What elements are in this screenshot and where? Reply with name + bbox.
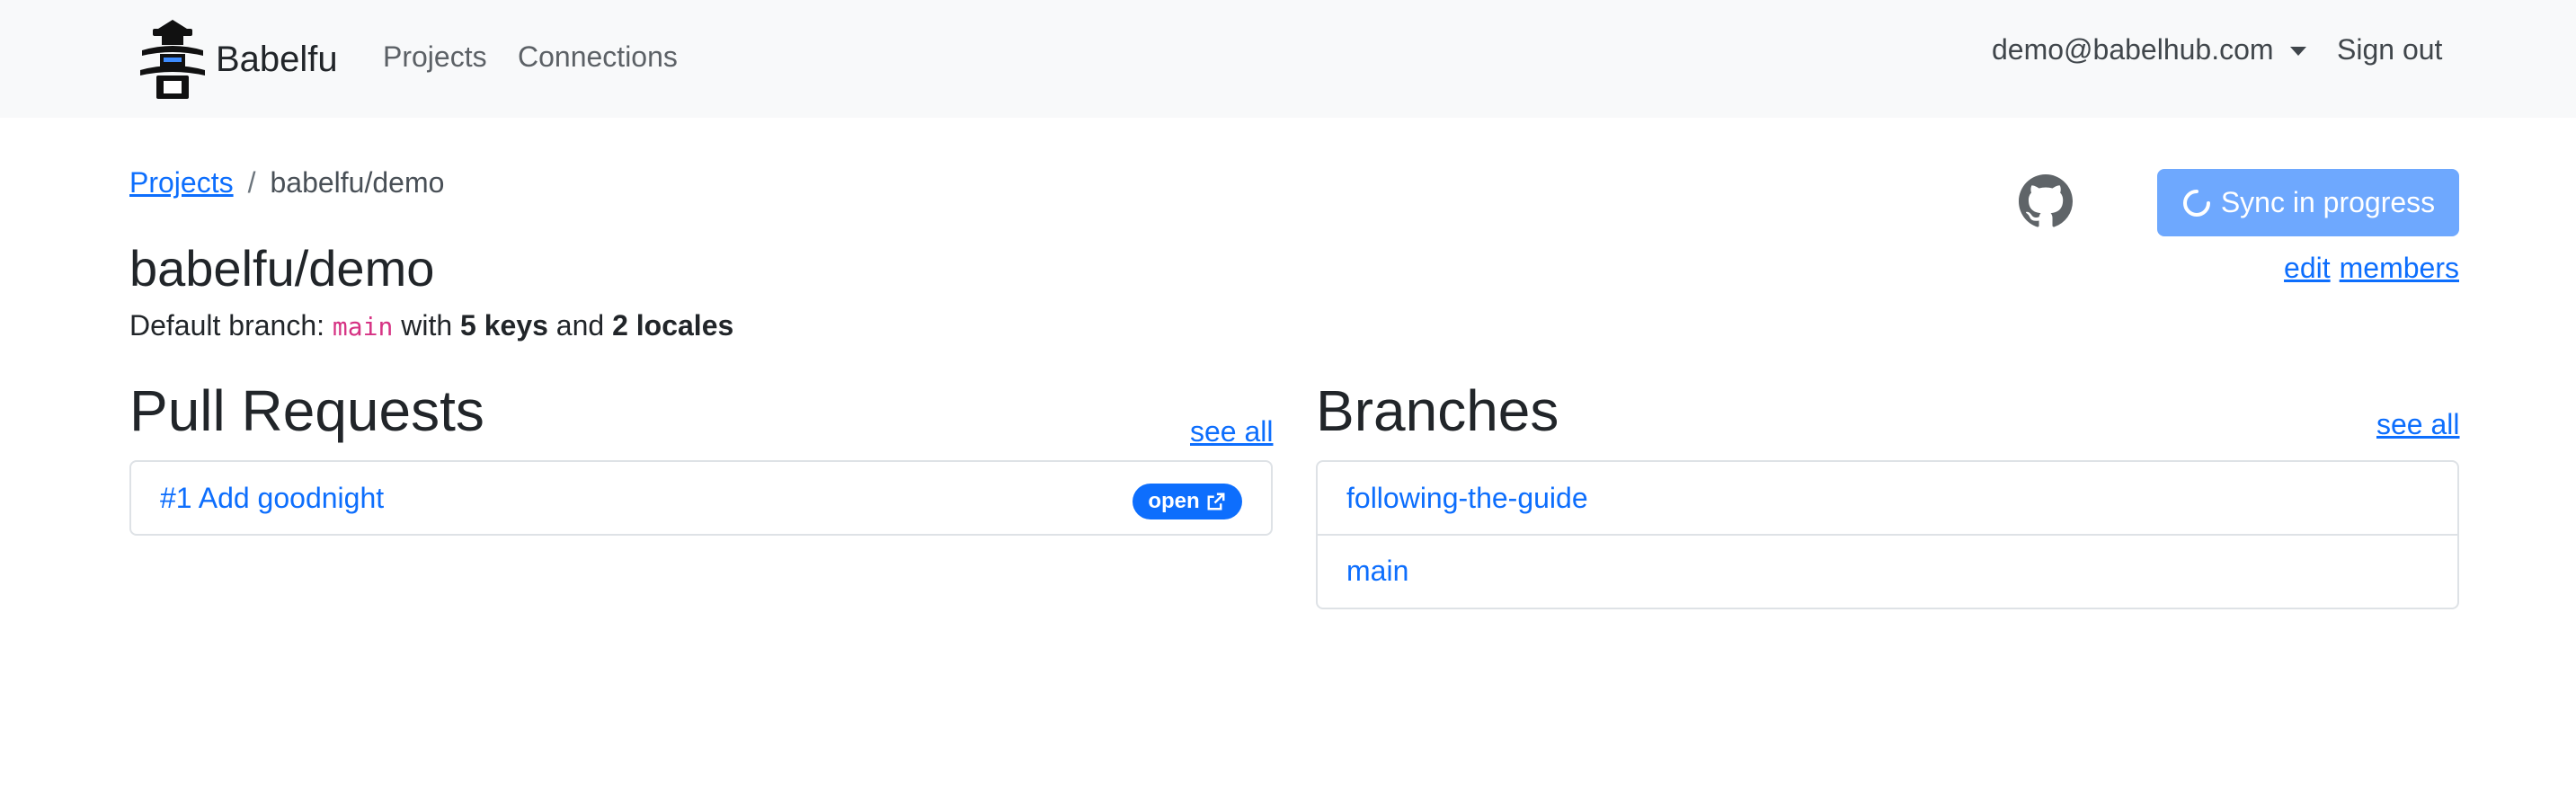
branch-name[interactable]: main (1346, 555, 1408, 588)
sign-out-link[interactable]: Sign out (2337, 33, 2442, 67)
page-title: babelfu/demo (129, 240, 435, 297)
pull-requests-heading: Pull Requests (129, 378, 484, 443)
branch-name[interactable]: following-the-guide (1346, 482, 1588, 515)
pull-request-title[interactable]: #1 Add goodnight (160, 482, 384, 515)
external-link-icon (1207, 493, 1225, 510)
spinner-icon (2182, 189, 2210, 217)
nav-connections[interactable]: Connections (518, 40, 678, 74)
pull-requests-list: #1 Add goodnight open (129, 460, 1273, 536)
branch-item[interactable]: main (1318, 534, 2457, 606)
summary-prefix: Default branch: (129, 309, 325, 342)
default-branch-code: main (332, 312, 394, 342)
breadcrumb: Projects / babelfu/demo (129, 166, 444, 200)
breadcrumb-current: babelfu/demo (270, 166, 445, 199)
pagoda-logo-icon (140, 20, 205, 99)
pr-status-label: open (1148, 489, 1200, 513)
nav-projects[interactable]: Projects (383, 40, 487, 74)
project-summary: Default branch: main with 5 keys and 2 l… (129, 309, 733, 342)
members-link[interactable]: members (2340, 252, 2459, 284)
breadcrumb-separator: / (247, 166, 256, 199)
edit-link[interactable]: edit (2284, 252, 2331, 284)
branches-list: following-the-guide main (1316, 460, 2459, 609)
user-menu-dropdown[interactable]: demo@babelhub.com (1992, 33, 2306, 67)
pull-requests-see-all-link[interactable]: see all (1190, 415, 1274, 448)
branch-item[interactable]: following-the-guide (1318, 462, 2457, 534)
user-email: demo@babelhub.com (1992, 33, 2274, 66)
branches-heading: Branches (1316, 378, 1559, 443)
project-action-links: edit members (2284, 252, 2459, 285)
breadcrumb-projects-link[interactable]: Projects (129, 166, 234, 200)
brand-link[interactable]: Babelfu (137, 14, 338, 104)
brand-name: Babelfu (216, 39, 338, 79)
caret-down-icon (2289, 46, 2306, 56)
locales-count: 2 locales (612, 309, 734, 342)
pr-status-badge[interactable]: open (1133, 484, 1242, 519)
sync-button[interactable]: Sync in progress (2157, 169, 2459, 236)
pull-request-item[interactable]: #1 Add goodnight open (131, 462, 1271, 534)
sync-button-label: Sync in progress (2220, 186, 2436, 218)
branches-see-all-link[interactable]: see all (2376, 408, 2460, 441)
keys-count: 5 keys (460, 309, 548, 342)
top-navbar: Babelfu Projects Connections demo@babelh… (0, 0, 2576, 118)
github-icon[interactable] (2019, 174, 2073, 228)
summary-with: with (401, 309, 453, 342)
summary-and: and (555, 309, 605, 342)
